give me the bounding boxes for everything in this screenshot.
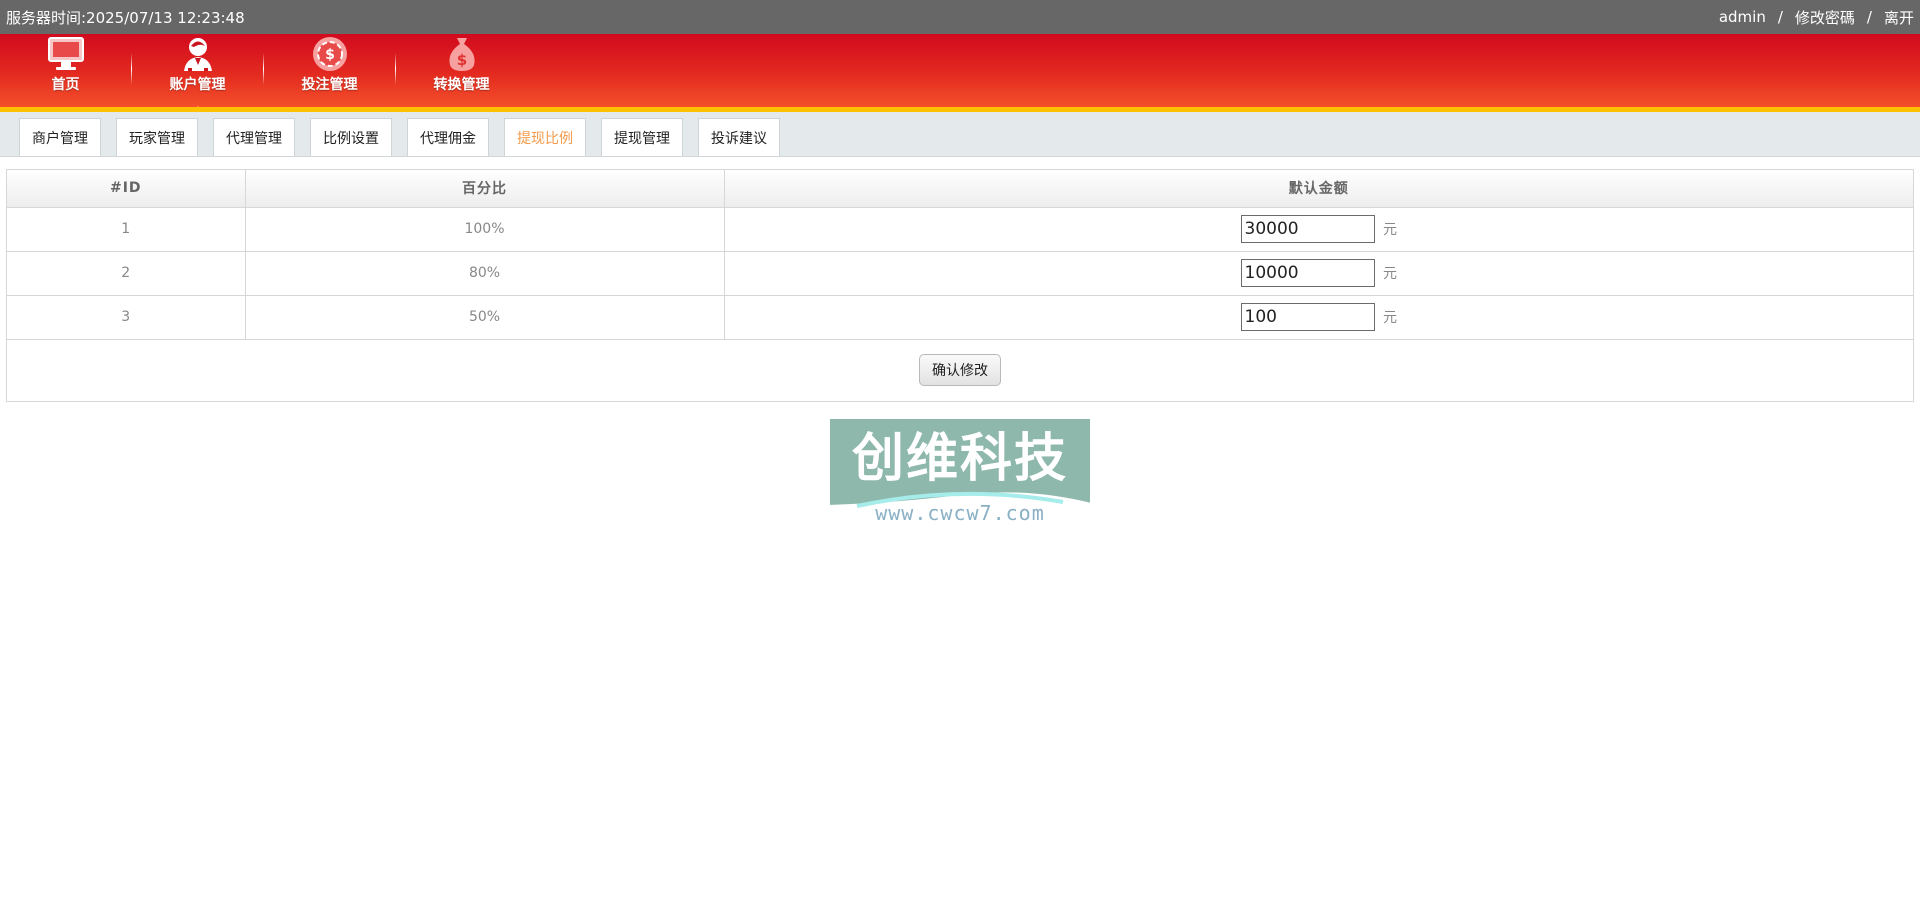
row-percent: 100% [245, 207, 725, 252]
unit-label: 元 [1382, 266, 1397, 282]
separator: / [1866, 8, 1872, 26]
table-row: 2 80% 元 [7, 251, 1913, 296]
tab-withdraw-management[interactable]: 提现管理 [601, 118, 683, 156]
row-percent: 80% [245, 251, 725, 296]
nav-item-betting[interactable]: $ 投注管理 [264, 29, 395, 107]
svg-text:$: $ [456, 51, 466, 69]
username: admin [1718, 8, 1766, 26]
watermark-title: 创维科技 [851, 429, 1068, 489]
svg-text:$: $ [325, 47, 335, 63]
amount-input[interactable] [1240, 259, 1375, 287]
row-amount-cell: 元 [724, 207, 1913, 252]
table-row: 1 100% 元 [7, 207, 1913, 252]
amount-input[interactable] [1240, 215, 1375, 243]
nav-item-label: 首页 [51, 77, 80, 93]
logout-link[interactable]: 离开 [1884, 7, 1914, 28]
header-percent: 百分比 [245, 170, 725, 208]
tab-ratio-settings[interactable]: 比例设置 [310, 118, 392, 156]
unit-label: 元 [1382, 222, 1397, 238]
user-icon [183, 38, 212, 71]
header-default-amount: 默认金额 [724, 170, 1913, 208]
server-time: 服务器时间:2025/07/13 12:23:48 [6, 8, 245, 27]
row-amount-cell: 元 [724, 295, 1913, 340]
tab-players[interactable]: 玩家管理 [116, 118, 198, 156]
button-row: 确认修改 [7, 339, 1913, 401]
main-nav: 首页 账户管理 $ 投注管理 $ 转换管理 [0, 34, 1920, 112]
tab-merchant[interactable]: 商户管理 [19, 118, 101, 156]
table-row: 3 50% 元 [7, 295, 1913, 340]
row-amount-cell: 元 [724, 251, 1913, 296]
tab-agents[interactable]: 代理管理 [213, 118, 295, 156]
nav-item-label: 账户管理 [169, 77, 226, 93]
row-percent: 50% [245, 295, 725, 340]
tab-complaints[interactable]: 投诉建议 [698, 118, 780, 156]
nav-item-conversion[interactable]: $ 转换管理 [396, 29, 527, 107]
separator: / [1777, 8, 1783, 26]
money-bag-icon: $ [448, 38, 475, 71]
watermark-url: www.cwcw7.com [875, 501, 1045, 525]
nav-item-label: 转换管理 [433, 77, 490, 93]
watermark-logo: 创维科技 www.cwcw7.com [828, 417, 1092, 525]
header-id: #ID [7, 170, 246, 208]
change-password-link[interactable]: 修改密碼 [1795, 7, 1855, 28]
row-id: 1 [7, 207, 246, 252]
nav-item-label: 投注管理 [301, 77, 358, 93]
row-id: 2 [7, 251, 246, 296]
sub-tab-bar: 商户管理 玩家管理 代理管理 比例设置 代理佣金 提现比例 提现管理 投诉建议 [0, 112, 1920, 157]
unit-label: 元 [1382, 310, 1397, 326]
tab-agent-commission[interactable]: 代理佣金 [407, 118, 489, 156]
user-menu: admin / 修改密碼 / 离开 [1709, 7, 1914, 28]
tab-withdraw-ratio[interactable]: 提现比例 [504, 118, 586, 156]
nav-item-accounts[interactable]: 账户管理 [132, 29, 263, 112]
chip-icon: $ [312, 37, 347, 71]
row-id: 3 [7, 295, 246, 340]
amount-input[interactable] [1240, 303, 1375, 331]
monitor-icon [47, 37, 84, 70]
table-header-row: #ID 百分比 默认金额 [7, 170, 1913, 208]
confirm-button[interactable]: 确认修改 [919, 354, 1001, 387]
nav-item-home[interactable]: 首页 [0, 29, 131, 107]
withdraw-ratio-table: #ID 百分比 默认金额 1 100% 元 2 80% 元 [6, 169, 1914, 402]
